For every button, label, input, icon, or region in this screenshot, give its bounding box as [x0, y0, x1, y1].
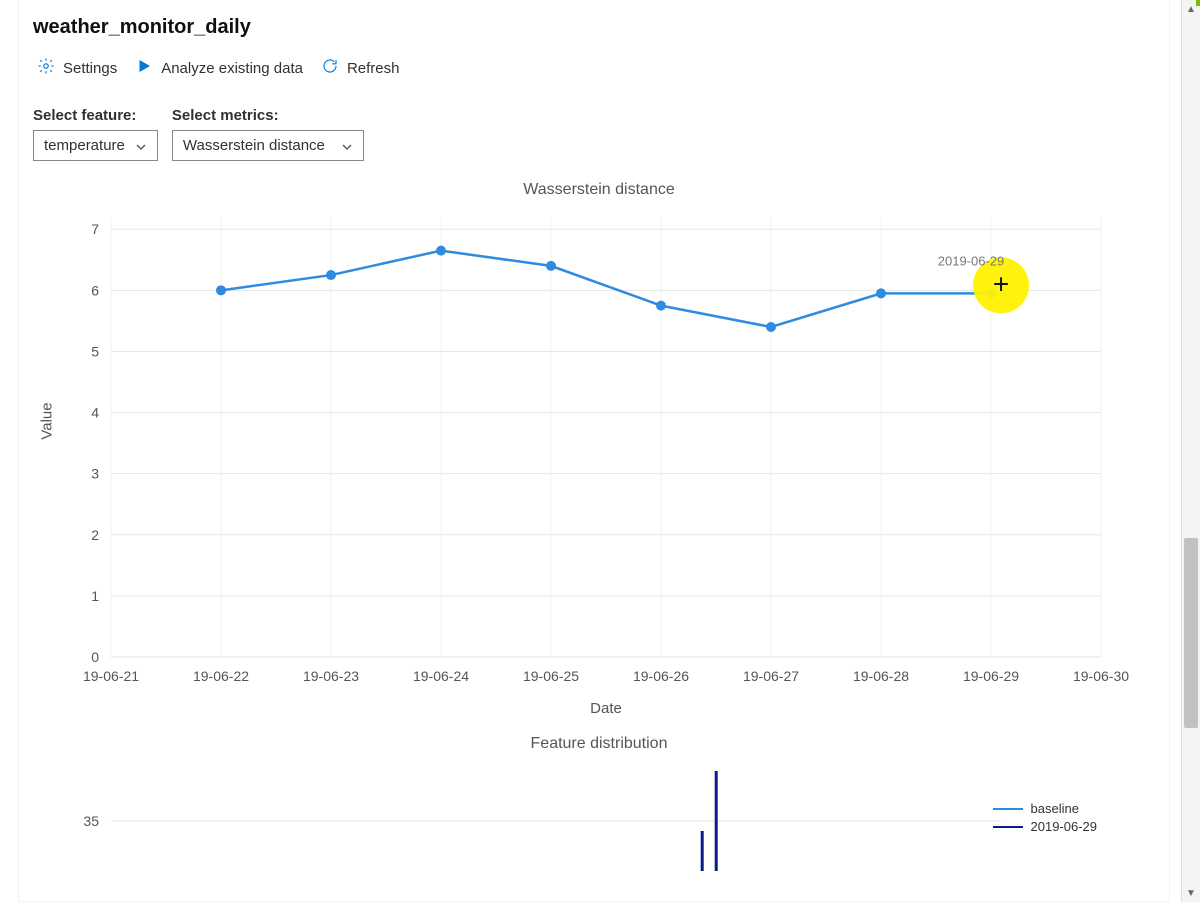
chart2-svg[interactable]: 35 [41, 761, 1131, 871]
legend-date-label: 2019-06-29 [1031, 819, 1098, 834]
svg-text:19-06-25: 19-06-25 [523, 668, 579, 684]
chart2-legend: baseline 2019-06-29 [993, 798, 1098, 837]
chevron-down-icon [341, 140, 353, 152]
svg-text:Date: Date [590, 700, 622, 717]
svg-text:0: 0 [91, 649, 99, 665]
legend-date: 2019-06-29 [993, 819, 1098, 834]
play-icon [135, 57, 153, 79]
svg-text:1: 1 [91, 588, 99, 604]
chart1-title: Wasserstein distance [41, 181, 1157, 199]
svg-text:2019-06-29: 2019-06-29 [938, 253, 1005, 268]
svg-text:19-06-24: 19-06-24 [413, 668, 469, 684]
legend-baseline: baseline [993, 801, 1098, 816]
feature-value: temperature [44, 137, 125, 154]
svg-text:19-06-27: 19-06-27 [743, 668, 799, 684]
refresh-label: Refresh [347, 60, 400, 77]
chart2-title: Feature distribution [41, 735, 1157, 753]
metrics-label: Select metrics: [172, 107, 364, 124]
chart1-svg[interactable]: 0 1 2 3 4 5 6 7 19-06-21 19-06-22 19-06-23 19-06-24… [41, 207, 1131, 727]
refresh-icon [321, 57, 339, 79]
settings-label: Settings [63, 60, 117, 77]
refresh-button[interactable]: Refresh [321, 57, 400, 79]
svg-text:19-06-23: 19-06-23 [303, 668, 359, 684]
toolbar: Settings Analyze existing data Refresh [37, 57, 1157, 79]
svg-text:4: 4 [91, 405, 99, 421]
svg-text:19-06-21: 19-06-21 [83, 668, 139, 684]
metrics-value: Wasserstein distance [183, 137, 325, 154]
chart-wasserstein[interactable]: Wasserstein distance Value 0 1 2 3 4 5 6 7 19-06… [41, 181, 1157, 727]
feature-dropdown[interactable]: temperature [33, 130, 158, 161]
scroll-track[interactable] [1184, 18, 1198, 884]
settings-button[interactable]: Settings [37, 57, 117, 79]
svg-text:7: 7 [91, 221, 99, 237]
svg-text:+: + [993, 268, 1009, 299]
selectors-row: Select feature: temperature Select metri… [33, 107, 1157, 161]
svg-text:19-06-22: 19-06-22 [193, 668, 249, 684]
svg-text:6: 6 [91, 282, 99, 298]
feature-label: Select feature: [33, 107, 158, 124]
vertical-scrollbar[interactable]: ▲ ▼ [1181, 0, 1200, 902]
chevron-down-icon [135, 140, 147, 152]
svg-text:19-06-26: 19-06-26 [633, 668, 689, 684]
svg-text:35: 35 [83, 813, 99, 829]
metrics-dropdown[interactable]: Wasserstein distance [172, 130, 364, 161]
svg-text:19-06-28: 19-06-28 [853, 668, 909, 684]
chart-feature-distribution[interactable]: Feature distribution 35 baseline 2019-06… [41, 735, 1157, 871]
gear-icon [37, 57, 55, 79]
analyze-label: Analyze existing data [161, 60, 303, 77]
page-title: weather_monitor_daily [33, 16, 1157, 39]
svg-text:19-06-30: 19-06-30 [1073, 668, 1129, 684]
chart1-ylabel: Value [39, 402, 56, 439]
main-panel: weather_monitor_daily Settings Analyze e… [18, 0, 1170, 902]
svg-text:2: 2 [91, 527, 99, 543]
svg-text:5: 5 [91, 343, 99, 359]
scroll-thumb[interactable] [1184, 538, 1198, 729]
svg-text:19-06-29: 19-06-29 [963, 668, 1019, 684]
svg-text:3: 3 [91, 466, 99, 482]
legend-baseline-label: baseline [1031, 801, 1079, 816]
scroll-down-button[interactable]: ▼ [1182, 884, 1200, 902]
analyze-button[interactable]: Analyze existing data [135, 57, 303, 79]
